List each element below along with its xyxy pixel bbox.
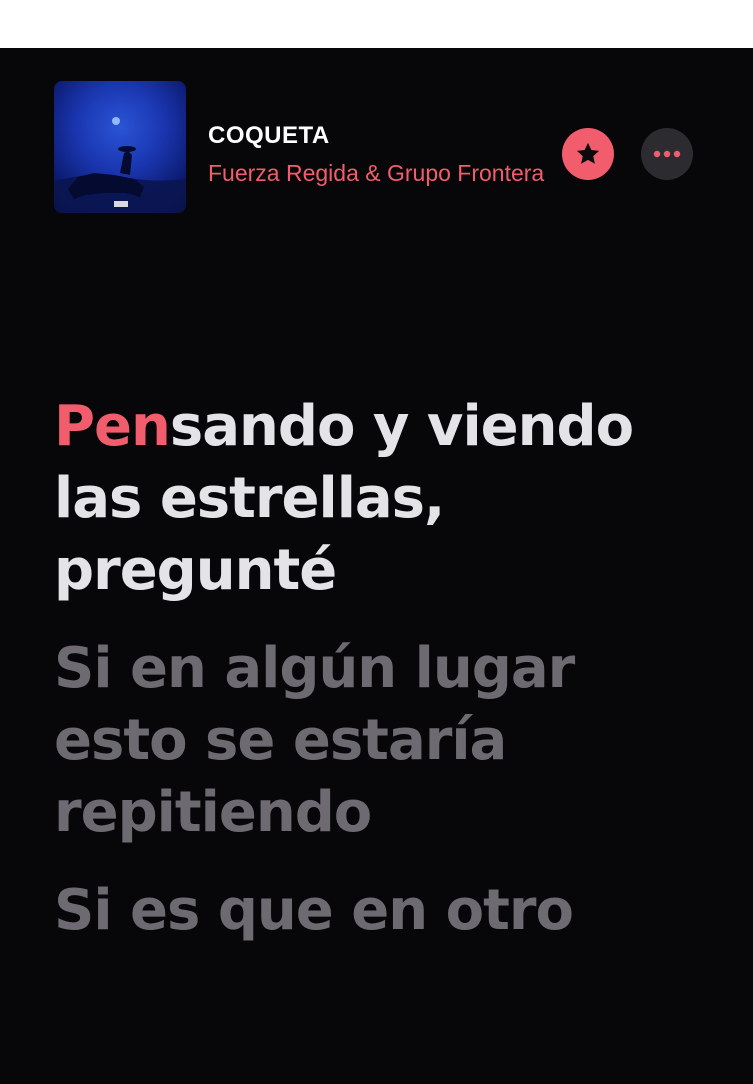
lyrics-screen: COQUETA Fuerza Regida & Grupo Frontera P… bbox=[0, 48, 753, 1084]
song-title[interactable]: COQUETA bbox=[208, 122, 330, 150]
favorite-button[interactable] bbox=[562, 128, 614, 180]
lyric-line[interactable]: Si en algún lugar esto se estaría repiti… bbox=[54, 633, 694, 849]
star-icon bbox=[576, 142, 600, 164]
album-artwork-image bbox=[54, 117, 186, 213]
lyric-line-current[interactable]: Pensando y viendo las estrellas, pregunt… bbox=[54, 391, 694, 607]
lyrics-view: Pensando y viendo las estrellas, pregunt… bbox=[54, 391, 694, 973]
album-artwork[interactable] bbox=[54, 81, 186, 213]
lyric-sung-portion: Pen bbox=[54, 394, 171, 459]
now-playing-header: COQUETA Fuerza Regida & Grupo Frontera bbox=[0, 48, 753, 228]
lyric-line[interactable]: Si es que en otro bbox=[54, 875, 694, 947]
song-artist[interactable]: Fuerza Regida & Grupo Frontera bbox=[208, 160, 552, 187]
ellipsis-icon bbox=[653, 150, 681, 158]
more-options-button[interactable] bbox=[641, 128, 693, 180]
